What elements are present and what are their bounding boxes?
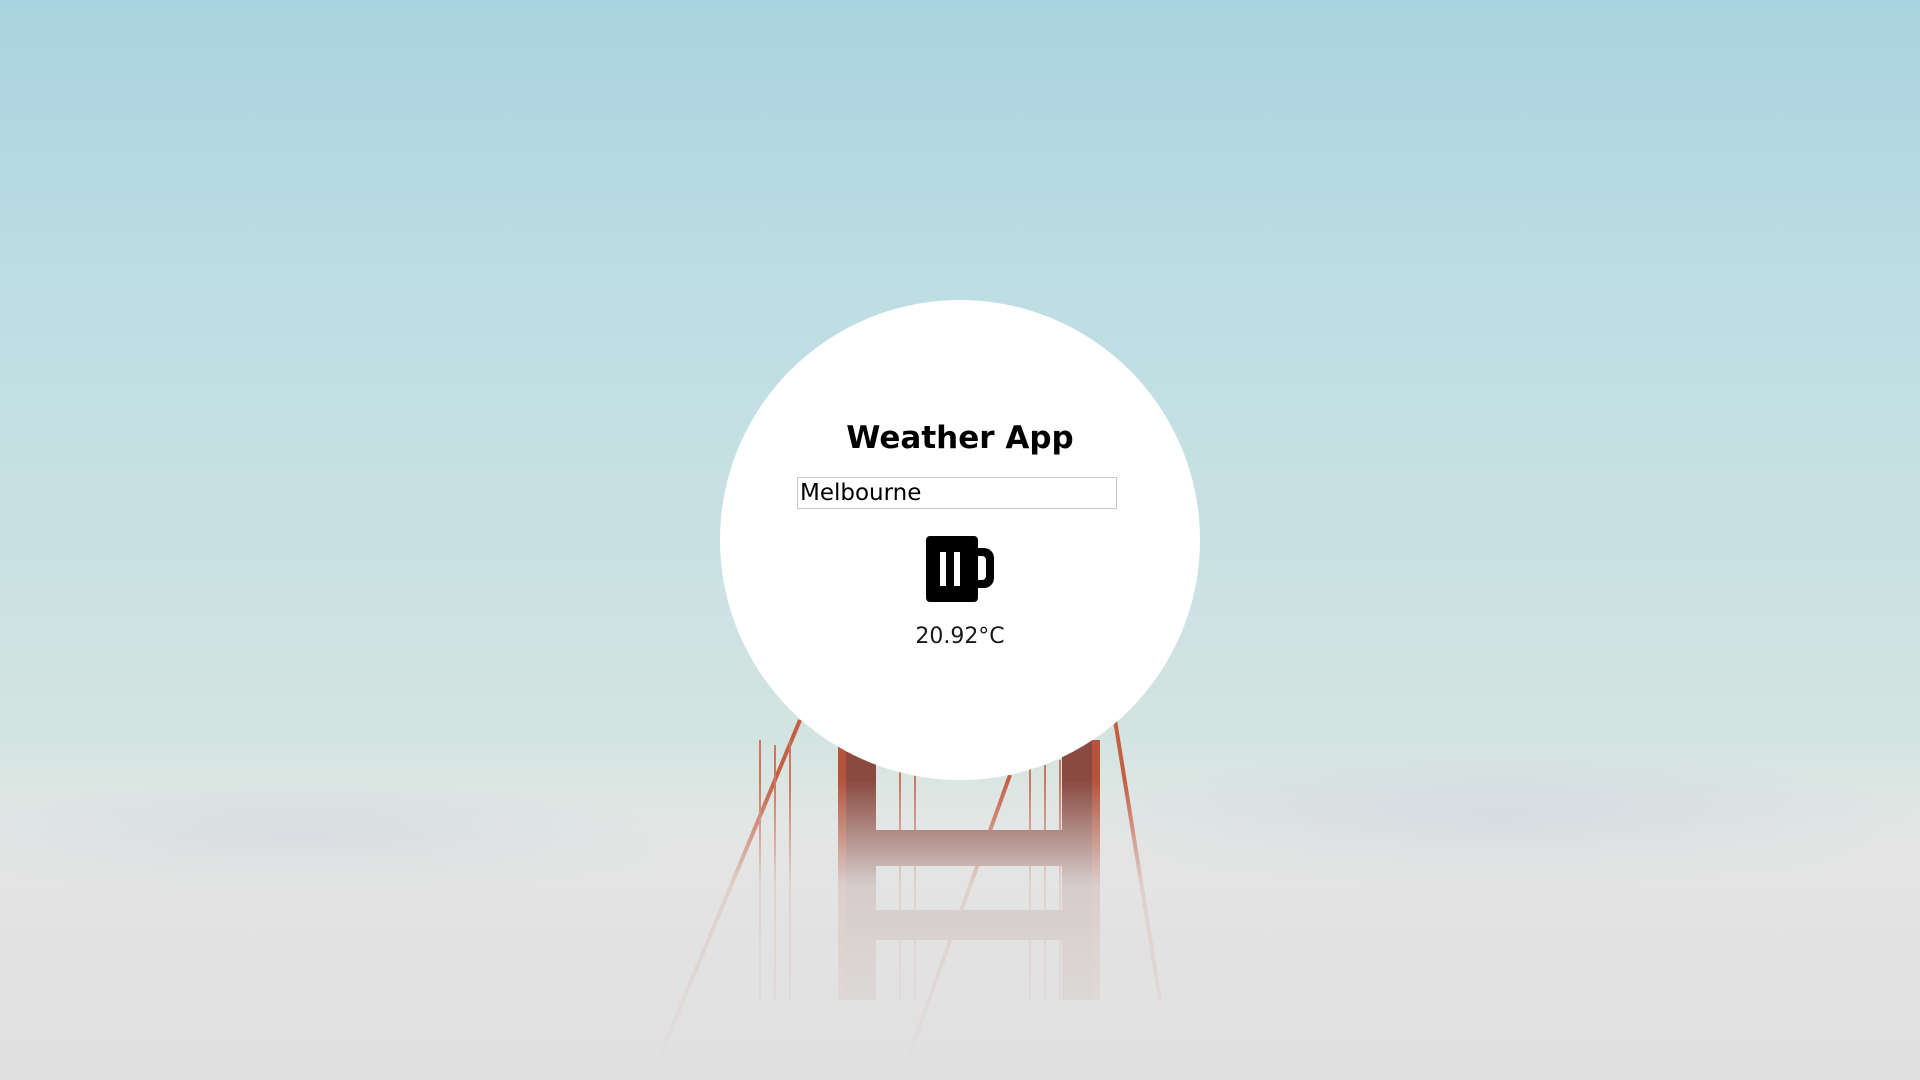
- app-title: Weather App: [846, 420, 1074, 456]
- city-search-input[interactable]: [797, 477, 1117, 509]
- weather-card: Weather App 20.92°C: [720, 300, 1200, 780]
- temperature-readout: 20.92°C: [915, 624, 1005, 649]
- beer-mug-icon: [926, 536, 994, 602]
